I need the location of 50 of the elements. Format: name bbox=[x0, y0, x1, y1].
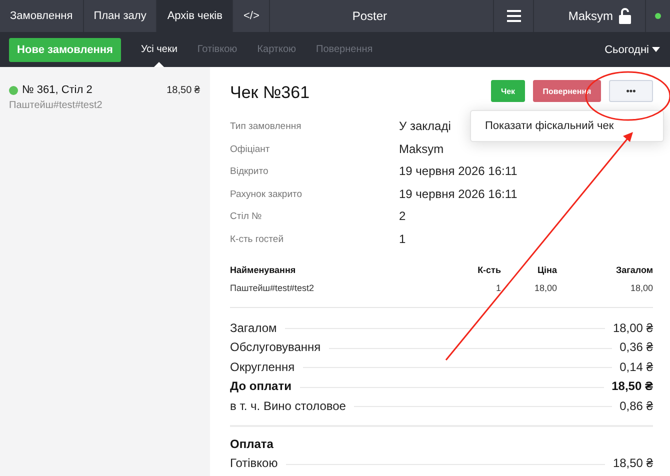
field-label: К-сть гостей bbox=[230, 232, 284, 246]
nav-tab[interactable]: Архів чеків bbox=[157, 0, 234, 32]
receipt-list-item[interactable]: № 361, Стіл 2 18,50 ₴ Паштейш#test#test2 bbox=[0, 67, 210, 111]
table-cell-text: 18,00 bbox=[629, 283, 653, 293]
filter-tab[interactable]: Усі чеки bbox=[131, 32, 188, 67]
total-label: в т. ч. Вино столовое bbox=[230, 398, 346, 413]
payment-label: Готівкою bbox=[230, 456, 278, 470]
table-cell-text: Паштейш#test#test2 bbox=[230, 283, 315, 293]
total-label: Обслуговування bbox=[230, 340, 321, 354]
total-value: 0,14 ₴ bbox=[620, 360, 653, 374]
field-label: Відкрито bbox=[230, 165, 268, 179]
total-label: До оплати bbox=[230, 379, 292, 394]
payment-heading: Оплата bbox=[230, 436, 274, 450]
column-header: К-сть bbox=[476, 265, 501, 275]
payment-value: 18,50 ₴ bbox=[612, 456, 653, 470]
app-title: Poster bbox=[351, 8, 388, 25]
column-header: Загалом bbox=[614, 265, 653, 275]
receipt-item: Паштейш#test#test2 bbox=[9, 100, 104, 111]
unlocked-padlock-icon bbox=[619, 8, 631, 24]
total-value: 0,36 ₴ bbox=[620, 340, 653, 354]
field-label: Стіл № bbox=[230, 210, 262, 224]
field-label: Тип замовлення bbox=[230, 120, 302, 134]
field-value: 19 червня 2026 16:11 bbox=[399, 186, 518, 202]
receipt-amount: 18,50 ₴ bbox=[166, 84, 200, 96]
receipt-title: № 361, Стіл 2 bbox=[22, 84, 94, 96]
total-label: Округлення bbox=[230, 360, 295, 374]
menu-item[interactable]: Показати фіскальний чек bbox=[485, 120, 614, 132]
total-value: 18,00 ₴ bbox=[612, 320, 653, 335]
field-value: 1 bbox=[399, 232, 406, 247]
table-cell-text: 1 bbox=[494, 283, 501, 293]
total-value: 0,86 ₴ bbox=[620, 398, 653, 413]
column-header: Найменування bbox=[230, 265, 297, 275]
online-dot-icon bbox=[655, 13, 661, 19]
caret-icon bbox=[652, 47, 660, 52]
field-label: Рахунок закрито bbox=[230, 188, 302, 202]
refund-button[interactable]: Повернення bbox=[533, 80, 601, 102]
column-header: Ціна bbox=[536, 265, 557, 275]
total-value: 18,50 ₴ bbox=[612, 379, 653, 394]
receipt-heading: Чек №361 bbox=[230, 83, 311, 103]
field-value: 2 bbox=[399, 209, 406, 224]
period-dropdown[interactable]: Сьогодні bbox=[598, 42, 670, 56]
table-cell-text: 18,00 bbox=[533, 283, 557, 293]
user-name[interactable]: Maksym bbox=[568, 9, 613, 23]
field-label: Офіціант bbox=[230, 142, 270, 156]
field-value: 19 червня 2026 16:11 bbox=[399, 164, 518, 180]
field-value: У закладі bbox=[399, 119, 451, 134]
field-value: Maksym bbox=[399, 142, 444, 157]
menu-icon bbox=[506, 10, 521, 22]
more-button[interactable]: ••• bbox=[609, 80, 653, 102]
total-label: Загалом bbox=[230, 320, 277, 335]
